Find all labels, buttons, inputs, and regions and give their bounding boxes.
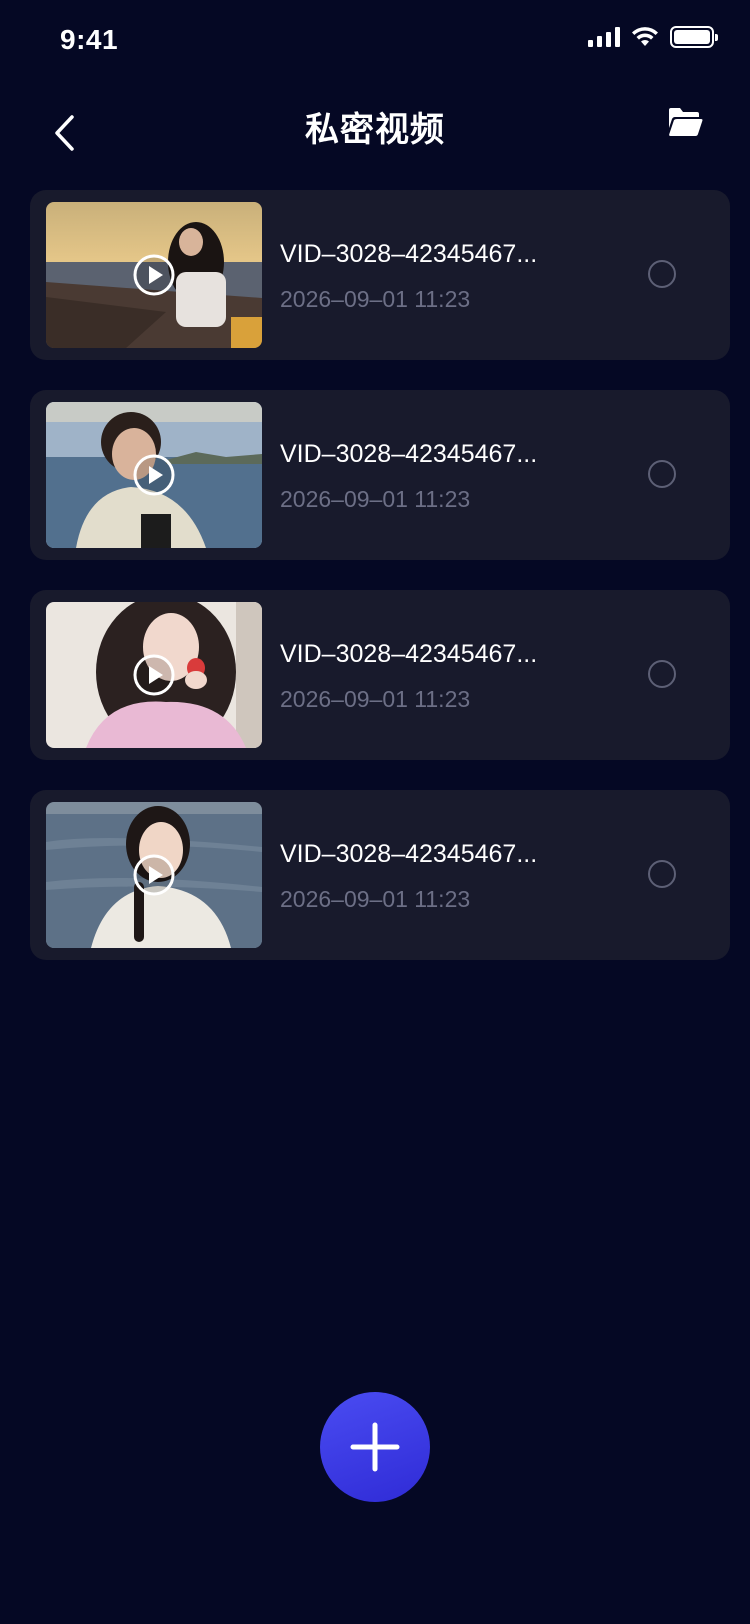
folder-button[interactable] — [664, 102, 706, 142]
video-name: VID–3028–42345467... — [280, 840, 538, 868]
video-thumbnail[interactable] — [46, 402, 262, 548]
play-icon[interactable] — [133, 854, 175, 896]
play-icon[interactable] — [133, 254, 175, 296]
video-thumbnail[interactable] — [46, 802, 262, 948]
video-list-item[interactable]: VID–3028–42345467... 2026–09–01 11:23 — [30, 190, 730, 360]
nav-bar: 私密视频 — [0, 88, 750, 184]
radio-unchecked-icon[interactable] — [648, 860, 676, 888]
video-list-item[interactable]: VID–3028–42345467... 2026–09–01 11:23 — [30, 390, 730, 560]
radio-unchecked-icon[interactable] — [648, 660, 676, 688]
play-icon[interactable] — [133, 654, 175, 696]
video-name: VID–3028–42345467... — [280, 240, 538, 268]
video-name: VID–3028–42345467... — [280, 640, 538, 668]
plus-icon — [350, 1422, 400, 1472]
wifi-icon — [632, 27, 658, 46]
video-date: 2026–09–01 11:23 — [280, 686, 471, 712]
add-video-button[interactable] — [320, 1392, 430, 1502]
cellular-signal-icon — [588, 27, 620, 47]
video-name: VID–3028–42345467... — [280, 440, 538, 468]
video-thumbnail[interactable] — [46, 602, 262, 748]
radio-unchecked-icon[interactable] — [648, 460, 676, 488]
radio-unchecked-icon[interactable] — [648, 260, 676, 288]
page-title: 私密视频 — [305, 111, 445, 149]
video-date: 2026–09–01 11:23 — [280, 286, 471, 312]
screen: 9:41 私密视频 VID–3028–42345467... 2026–09–0… — [0, 0, 750, 1624]
status-icons — [588, 24, 718, 50]
video-list-item[interactable]: VID–3028–42345467... 2026–09–01 11:23 — [30, 590, 730, 760]
video-thumbnail[interactable] — [46, 202, 262, 348]
video-date: 2026–09–01 11:23 — [280, 886, 471, 912]
video-list-item[interactable]: VID–3028–42345467... 2026–09–01 11:23 — [30, 790, 730, 960]
video-list: VID–3028–42345467... 2026–09–01 11:23 VI… — [30, 190, 730, 990]
battery-icon — [670, 26, 718, 48]
play-icon[interactable] — [133, 454, 175, 496]
status-time: 9:41 — [60, 24, 119, 55]
status-bar: 9:41 — [0, 0, 750, 88]
folder-icon — [669, 108, 703, 136]
video-date: 2026–09–01 11:23 — [280, 486, 471, 512]
